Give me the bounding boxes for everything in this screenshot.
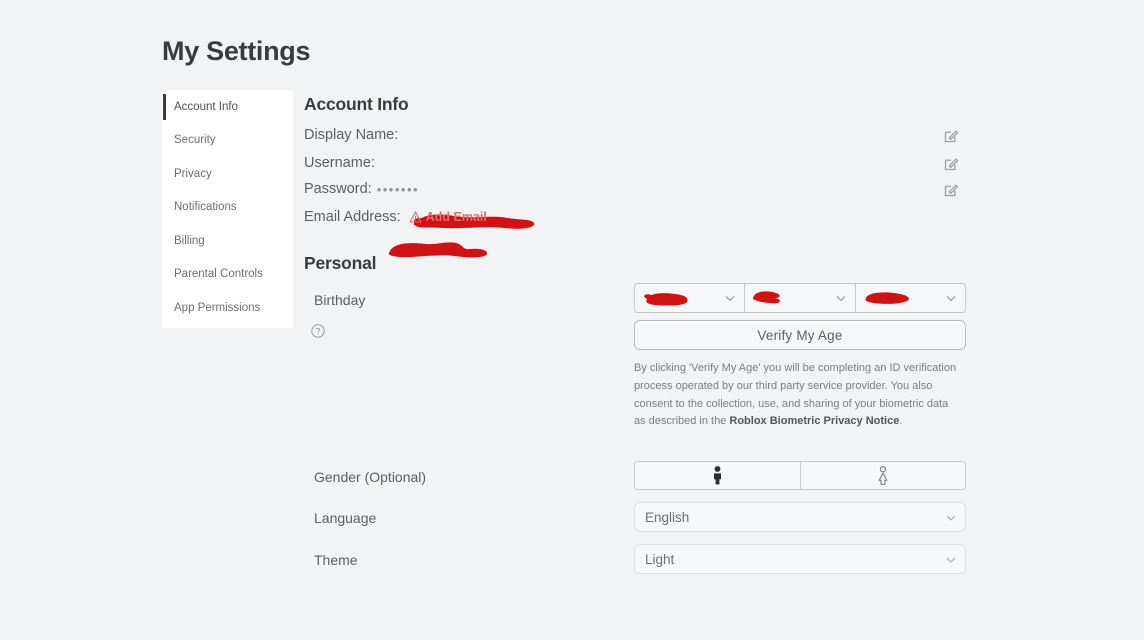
sidebar-item-notifications[interactable]: Notifications [162,191,293,225]
theme-label: Theme [314,552,358,568]
display-name-label: Display Name: [304,127,399,143]
page-title: My Settings [162,36,311,66]
language-label: Language [314,510,377,526]
disclaimer-text-part2: . [899,415,903,428]
username-row: Username: [304,152,375,174]
sidebar-item-label: Notifications [174,201,237,214]
male-figure-icon [713,466,721,485]
password-masked-value: ••••••• [376,181,420,197]
warning-triangle-icon [409,211,422,223]
password-label: Password: [304,181,372,197]
edit-display-name-icon[interactable] [944,128,959,143]
sidebar-item-label: Billing [174,234,205,247]
add-email-warning-label: Add Email [425,210,487,224]
gender-male-button[interactable] [635,462,801,489]
sidebar-item-account-info[interactable]: Account Info [162,90,293,124]
language-selected-value: English [645,509,690,525]
sidebar-item-label: App Permissions [174,301,261,314]
birthday-year-select[interactable] [856,284,965,312]
gender-selector [634,461,966,490]
username-redaction [384,236,494,262]
sidebar-item-label: Parental Controls [174,268,263,281]
sidebar-item-parental-controls[interactable]: Parental Controls [162,258,293,292]
settings-main-content: Account Info Display Name: Username: Pas… [304,90,1144,640]
edit-username-icon[interactable] [944,156,959,171]
biometric-privacy-notice-link[interactable]: Roblox Biometric Privacy Notice [729,415,899,427]
birthday-month-redaction [641,288,701,308]
birthday-month-select[interactable] [635,284,746,312]
chevron-down-icon [836,289,846,307]
birthday-day-select[interactable] [745,284,856,312]
account-info-heading: Account Info [304,94,409,114]
chevron-down-icon [946,289,956,307]
language-select[interactable]: English [634,502,966,532]
birthday-year-redaction [862,289,918,307]
age-verification-disclaimer: By clicking 'Verify My Age' you will be … [634,360,958,431]
theme-selected-value: Light [645,551,675,567]
sidebar-item-billing[interactable]: Billing [162,224,293,258]
password-row: Password: ••••••• [304,178,419,200]
chevron-down-icon [946,510,956,525]
verify-my-age-button[interactable]: Verify My Age [634,320,966,350]
settings-sidebar: Account Info Security Privacy Notificati… [162,90,293,328]
sidebar-item-app-permissions[interactable]: App Permissions [162,291,293,325]
edit-password-icon[interactable] [944,182,959,197]
birthday-selectors [634,283,966,313]
female-figure-icon [878,466,888,485]
personal-heading: Personal [304,253,377,273]
help-circle-icon[interactable] [311,324,325,338]
sidebar-item-label: Privacy [174,167,212,180]
email-address-row: Email Address: Add Email [304,206,487,228]
display-name-row: Display Name: [304,124,398,146]
sidebar-item-label: Security [174,134,216,147]
birthday-day-redaction [750,287,794,308]
sidebar-item-label: Account Info [174,100,238,113]
chevron-down-icon [725,289,735,307]
email-address-label: Email Address: [304,209,401,225]
chevron-down-icon [946,552,956,567]
birthday-label: Birthday [314,292,366,308]
theme-select[interactable]: Light [634,544,966,574]
sidebar-item-security[interactable]: Security [162,124,293,158]
username-label: Username: [304,155,375,171]
gender-label: Gender (Optional) [314,469,427,485]
gender-female-button[interactable] [801,462,966,489]
add-email-warning[interactable]: Add Email [409,210,487,224]
sidebar-item-privacy[interactable]: Privacy [162,157,293,191]
